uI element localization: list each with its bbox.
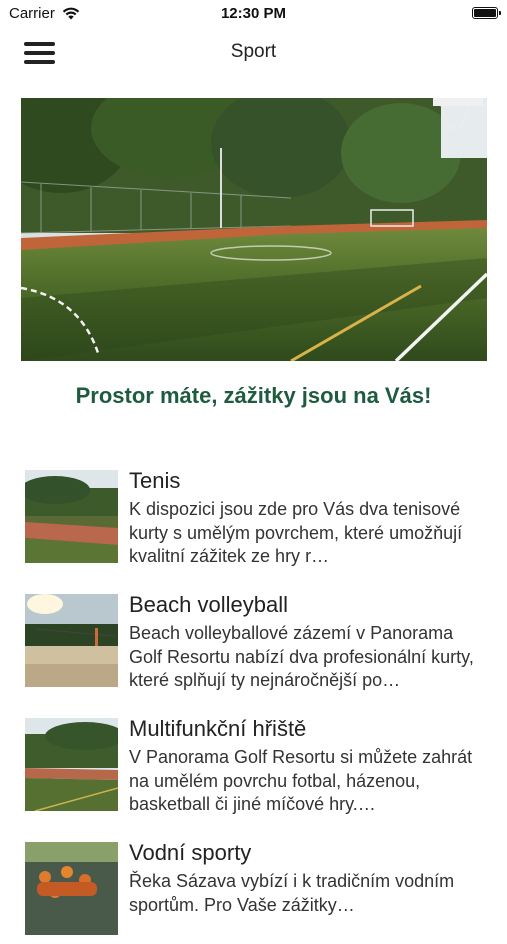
beach-volleyball-thumbnail (25, 594, 118, 687)
item-title: Multifunkční hřiště (129, 716, 307, 741)
list-item-multifunkcni-hriste[interactable]: Multifunkční hřiště V Panorama Golf Reso… (0, 710, 507, 820)
list-item-beach-volleyball[interactable]: Beach volleyball Beach volleyballové záz… (0, 586, 507, 696)
page-title: Sport (230, 41, 277, 62)
item-title: Vodní sporty (129, 840, 252, 865)
item-description: K dispozici jsou zde pro Vás dva tenisov… (129, 499, 463, 566)
item-description: Řeka Sázava vybízí i k tradičním vodním … (129, 871, 455, 915)
status-bar: Carrier 12:30 PM (0, 0, 507, 28)
list-item-tenis[interactable]: Tenis K dispozici jsou zde pro Vás dva t… (0, 462, 507, 572)
hero-image (21, 98, 487, 361)
navigation-bar: Sport (0, 28, 507, 78)
rafting-thumbnail (25, 842, 118, 935)
item-title: Tenis (129, 468, 181, 493)
list-item-vodni-sporty[interactable]: Vodní sporty Řeka Sázava vybízí i k trad… (0, 834, 507, 944)
item-title: Beach volleyball (129, 592, 288, 617)
tennis-court-thumbnail (25, 470, 118, 563)
battery-icon (472, 7, 501, 19)
item-description: V Panorama Golf Resortu si můžete zahrát… (129, 747, 473, 814)
multifunction-court-thumbnail (25, 718, 118, 811)
item-description: Beach volleyballové zázemí v Panorama Go… (129, 623, 474, 690)
clock: 12:30 PM (220, 5, 287, 22)
tagline: Prostor máte, zážitky jsou na Vás! (75, 383, 432, 408)
